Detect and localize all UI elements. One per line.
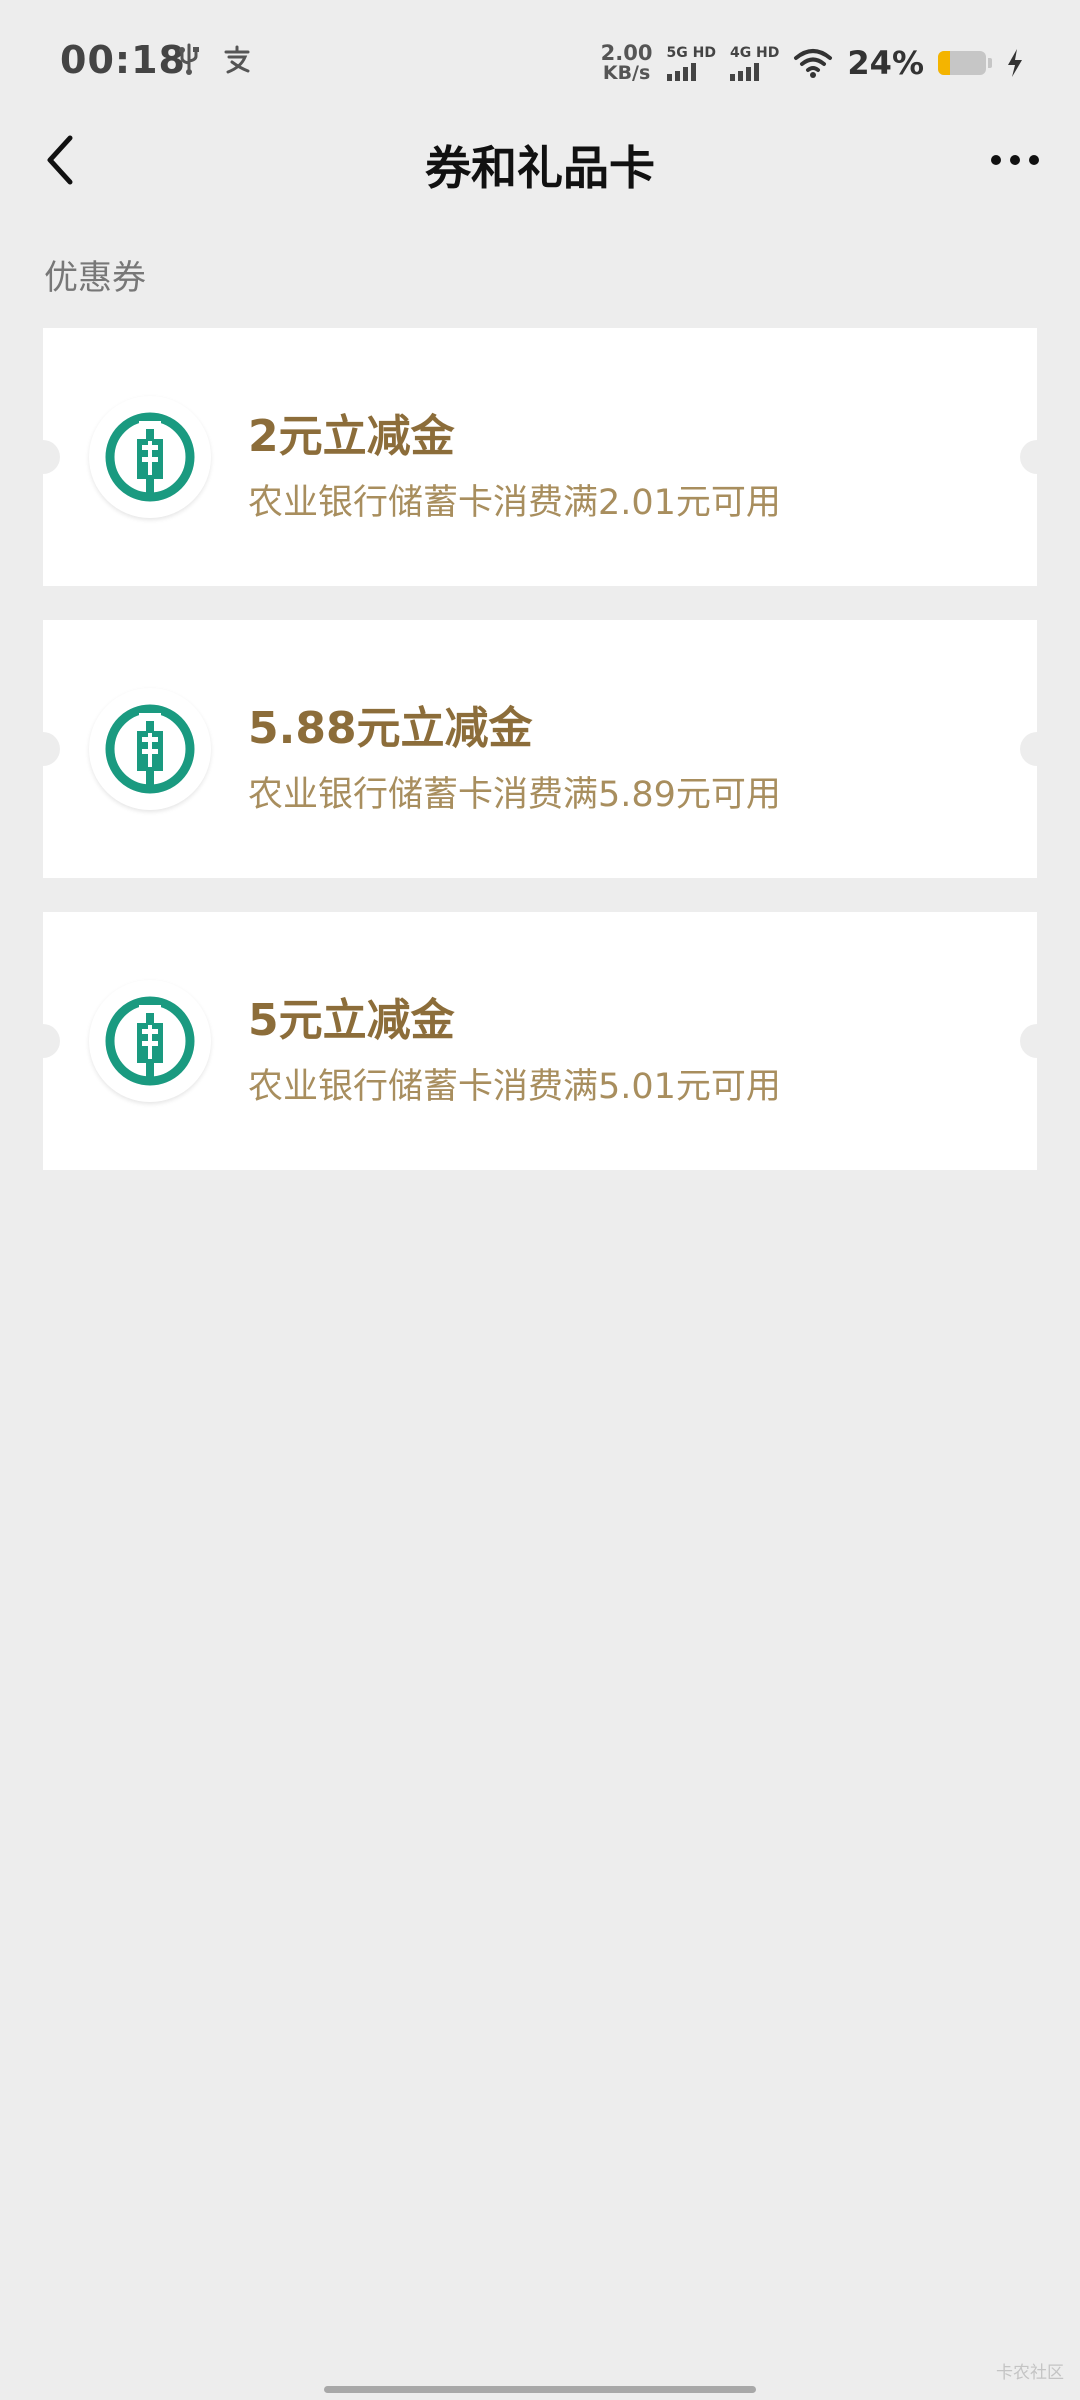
more-dots-icon bbox=[991, 155, 1001, 165]
sim2-signal: 4G HD bbox=[729, 45, 779, 81]
card-notch bbox=[26, 440, 60, 474]
abc-bank-logo-icon bbox=[89, 980, 211, 1102]
nav-header: 券和礼品卡 bbox=[0, 120, 1080, 200]
status-time: 00:18 bbox=[60, 38, 186, 82]
page-title: 券和礼品卡 bbox=[425, 141, 655, 195]
abc-bank-logo-icon bbox=[89, 396, 211, 518]
wifi-icon bbox=[794, 49, 833, 78]
battery-fill bbox=[938, 51, 950, 75]
coupon-card[interactable]: 5.88元立减金 农业银行储蓄卡消费满5.89元可用 bbox=[26, 620, 1054, 878]
battery-cap bbox=[988, 58, 992, 68]
more-dots-icon bbox=[1029, 155, 1039, 165]
card-notch bbox=[26, 1024, 60, 1058]
network-speed: 2.00 KB/s bbox=[600, 41, 653, 84]
coupon-title: 5.88元立减金 bbox=[248, 703, 533, 754]
coupon-list: 2元立减金 农业银行储蓄卡消费满2.01元可用 5.88元立减金 农业银行储蓄卡… bbox=[26, 328, 1054, 1204]
abc-bank-logo-icon bbox=[89, 688, 211, 810]
coupon-title: 5元立减金 bbox=[248, 995, 455, 1046]
coupon-description: 农业银行储蓄卡消费满5.01元可用 bbox=[248, 1067, 781, 1107]
usb-icon bbox=[179, 43, 199, 75]
battery-icon bbox=[938, 51, 986, 75]
coupon-description: 农业银行储蓄卡消费满5.89元可用 bbox=[248, 775, 781, 815]
section-label-coupons: 优惠券 bbox=[44, 258, 146, 298]
status-right-group: 2.00 KB/s 5G HD 4G HD 24% bbox=[601, 38, 1024, 88]
coupon-description: 农业银行储蓄卡消费满2.01元可用 bbox=[248, 483, 781, 523]
coupon-title: 2元立减金 bbox=[248, 411, 455, 462]
signal-bars-icon bbox=[666, 62, 696, 81]
coupon-card[interactable]: 2元立减金 农业银行储蓄卡消费满2.01元可用 bbox=[26, 328, 1054, 586]
charging-bolt-icon bbox=[1008, 49, 1022, 77]
battery-percent: 24% bbox=[847, 44, 924, 82]
more-dots-icon bbox=[1010, 155, 1020, 165]
card-notch bbox=[26, 732, 60, 766]
card-notch bbox=[1020, 440, 1054, 474]
card-notch bbox=[1020, 732, 1054, 766]
sim1-signal: 5G HD bbox=[666, 45, 716, 81]
coupon-card[interactable]: 5元立减金 农业银行储蓄卡消费满5.01元可用 bbox=[26, 912, 1054, 1170]
watermark: 卡农社区 bbox=[996, 2363, 1064, 2383]
more-options-button[interactable] bbox=[980, 130, 1050, 190]
signal-bars-icon bbox=[729, 62, 759, 81]
status-bar: 00:18 2.00 KB/s 5G HD 4G HD 24% bbox=[0, 0, 1080, 120]
home-indicator-bar[interactable] bbox=[324, 2386, 756, 2393]
card-notch bbox=[1020, 1024, 1054, 1058]
alipay-icon bbox=[224, 45, 250, 74]
